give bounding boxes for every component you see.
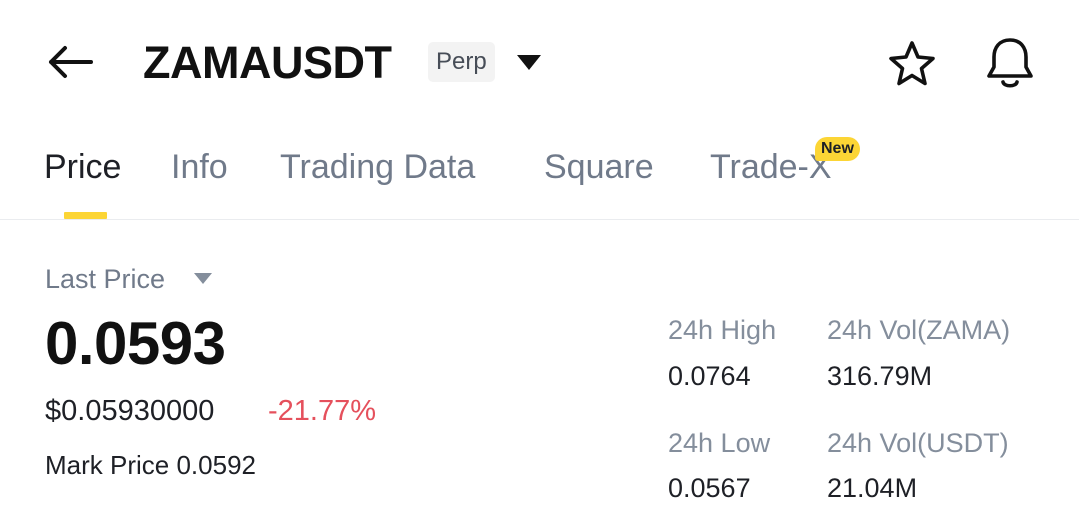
mark-price: Mark Price 0.0592 [45,450,256,480]
star-icon[interactable] [886,38,938,90]
24h-low-label: 24h Low [668,428,771,458]
percent-change: -21.77% [268,395,377,427]
caret-down-icon[interactable] [192,270,214,286]
symbol-title[interactable]: ZAMAUSDT [143,36,392,90]
24h-vol-zama-value: 316.79M [827,361,933,391]
new-badge: New [815,137,860,161]
24h-vol-usdt-value: 21.04M [827,473,918,503]
24h-high-label: 24h High [668,315,777,345]
tab-square[interactable]: Square [544,146,654,188]
back-arrow-icon[interactable] [42,38,98,86]
perp-badge: Perp [428,42,495,82]
bell-icon[interactable] [982,36,1038,90]
caret-down-icon[interactable] [514,50,544,76]
tab-trading-data[interactable]: Trading Data [280,146,475,188]
usd-price: $0.05930000 [45,395,215,427]
24h-vol-usdt-label: 24h Vol(USDT) [827,428,1009,458]
24h-vol-zama-label: 24h Vol(ZAMA) [827,315,1011,345]
tab-trade-x[interactable]: Trade-X [710,146,832,188]
24h-high-value: 0.0764 [668,361,751,391]
tabs-divider [0,219,1079,220]
24h-low-value: 0.0567 [668,473,751,503]
tab-price[interactable]: Price [44,146,121,188]
last-price-value: 0.0593 [45,310,226,377]
last-price-label[interactable]: Last Price [45,263,165,295]
active-tab-indicator [64,212,107,219]
tab-info[interactable]: Info [171,146,228,188]
